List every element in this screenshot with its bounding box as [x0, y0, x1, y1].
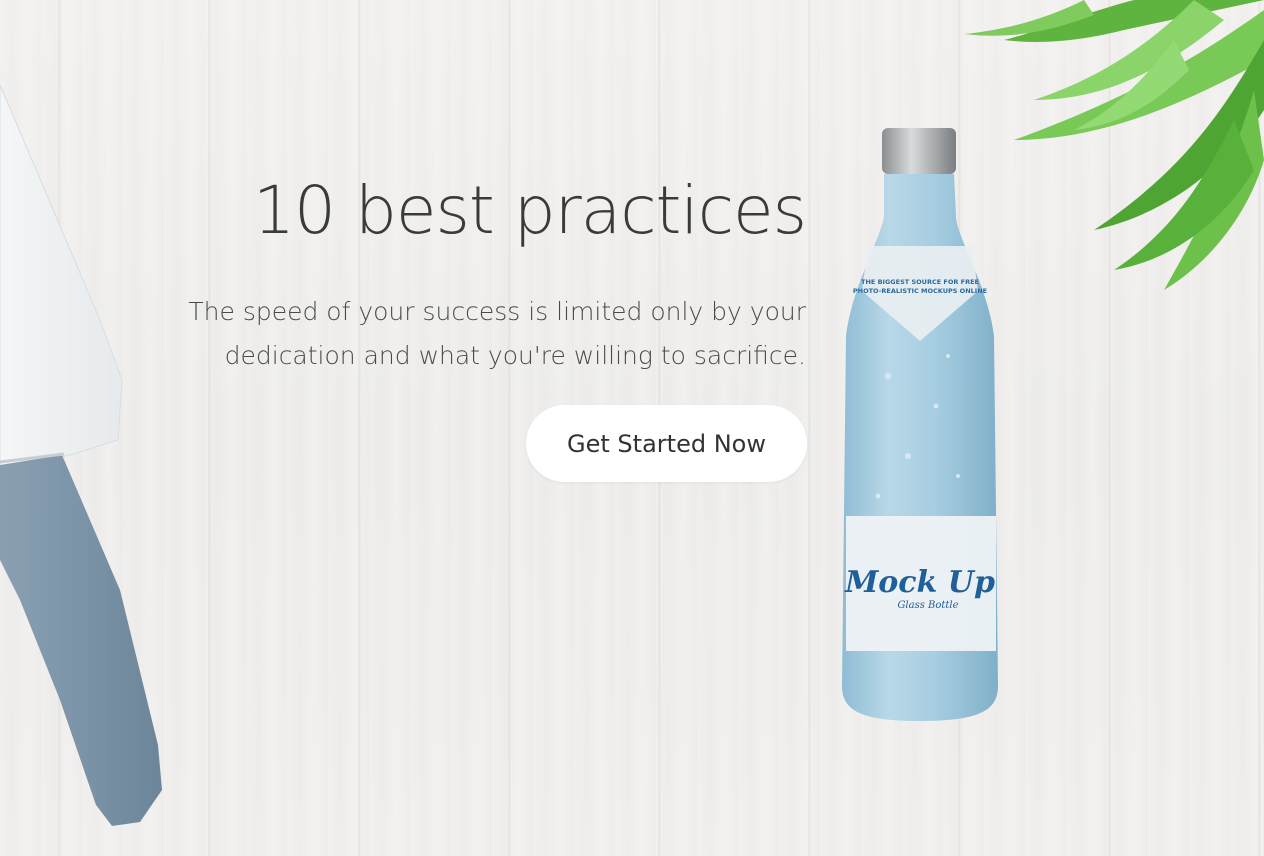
hero-headline: 10 best practices	[253, 172, 807, 249]
glass-bottle-image: THE BIGGEST SOURCE FOR FREE PHOTO-REALIS…	[842, 128, 998, 721]
hero-subline: The speed of your success is limited onl…	[188, 297, 806, 370]
bottle-label-line-2: PHOTO-REALISTIC MOCKUPS ONLINE	[853, 287, 987, 295]
hero-section: THE BIGGEST SOURCE FOR FREE PHOTO-REALIS…	[0, 0, 1264, 856]
knife-image	[0, 84, 162, 826]
bottle-label-brand: Mock Up	[844, 565, 995, 600]
bottle-label-line-1: THE BIGGEST SOURCE FOR FREE	[861, 278, 979, 286]
get-started-button[interactable]: Get Started Now	[526, 405, 807, 482]
bottle-label-sub: Glass Bottle	[897, 600, 958, 611]
